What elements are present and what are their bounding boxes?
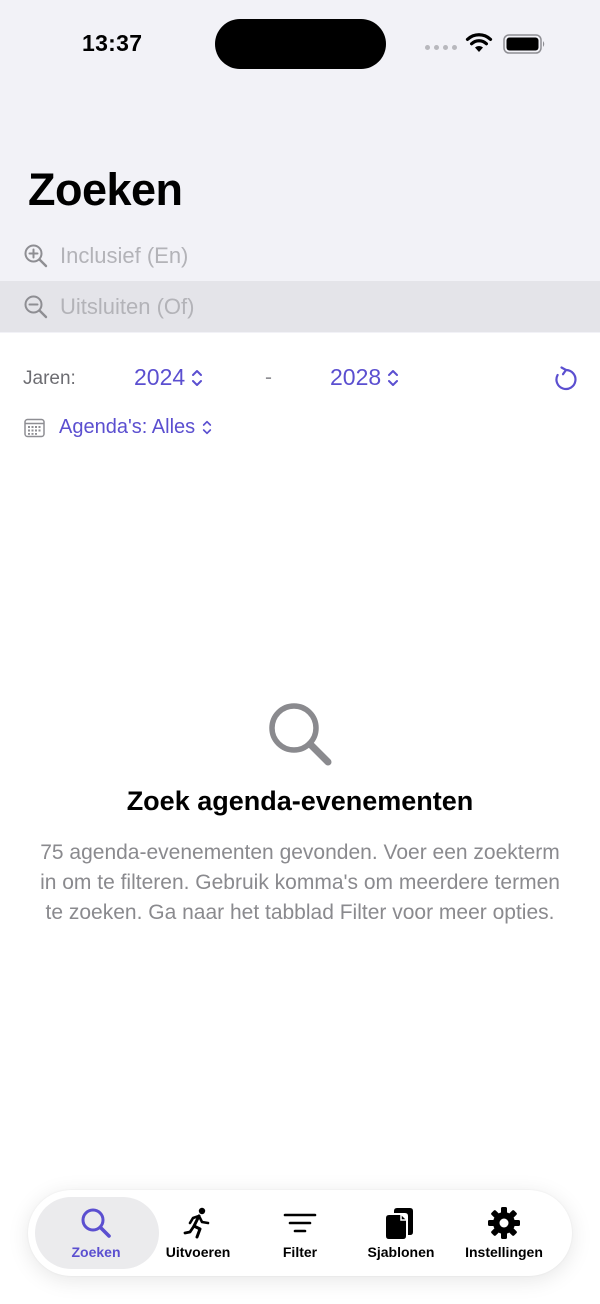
cellular-signal-icon	[425, 45, 457, 50]
documents-icon	[386, 1208, 413, 1239]
status-bar-time: 13:37	[82, 30, 143, 56]
tab-filter[interactable]: Filter	[250, 1190, 350, 1276]
tab-bar: Zoeken Uitvoeren Filter Sjablonen Instel…	[28, 1190, 572, 1276]
tab-zoeken[interactable]: Zoeken	[46, 1190, 146, 1276]
exclude-search-field[interactable]	[0, 281, 600, 332]
year-to-value: 2028	[330, 364, 382, 390]
dynamic-island	[215, 19, 386, 69]
year-from-picker[interactable]: 2024	[134, 364, 203, 391]
tab-instellingen[interactable]: Instellingen	[454, 1190, 554, 1276]
year-range-separator: -	[265, 366, 272, 389]
tab-label: Sjablonen	[367, 1244, 435, 1260]
years-label: Jaren:	[23, 368, 76, 389]
empty-state-title: Zoek agenda-evenementen	[126, 786, 474, 816]
gear-icon	[488, 1207, 520, 1239]
year-to-picker[interactable]: 2028	[330, 364, 399, 391]
calendars-picker[interactable]: Agenda's: Alles	[59, 416, 212, 439]
include-search-field[interactable]	[0, 230, 600, 281]
zoom-in-icon	[24, 244, 48, 268]
include-search-input[interactable]	[60, 238, 580, 274]
magnifying-glass-icon	[269, 703, 332, 766]
tab-sjablonen[interactable]: Sjablonen	[351, 1190, 451, 1276]
exclude-search-input[interactable]	[60, 289, 580, 325]
calendar-icon	[24, 418, 45, 438]
empty-state-description: 75 agenda-evenementen gevonden. Voer een…	[40, 841, 560, 924]
calendars-value: Agenda's: Alles	[59, 416, 196, 438]
tab-label: Filter	[282, 1244, 318, 1260]
chevron-up-down-icon	[202, 420, 212, 435]
running-figure-icon	[183, 1207, 210, 1239]
zoom-out-icon	[24, 295, 48, 319]
page-title: Zoeken	[28, 164, 183, 215]
year-from-value: 2024	[134, 364, 186, 390]
chevron-up-down-icon	[388, 369, 399, 386]
reset-years-icon[interactable]	[553, 366, 579, 392]
tab-label: Uitvoeren	[165, 1244, 231, 1260]
chevron-up-down-icon	[192, 369, 203, 386]
filter-lines-icon	[283, 1213, 317, 1233]
tab-uitvoeren[interactable]: Uitvoeren	[148, 1190, 248, 1276]
magnifying-glass-icon	[81, 1208, 111, 1238]
tab-label: Zoeken	[71, 1244, 121, 1260]
wifi-icon	[465, 33, 493, 52]
battery-icon	[503, 34, 545, 54]
tab-label: Instellingen	[465, 1244, 543, 1260]
